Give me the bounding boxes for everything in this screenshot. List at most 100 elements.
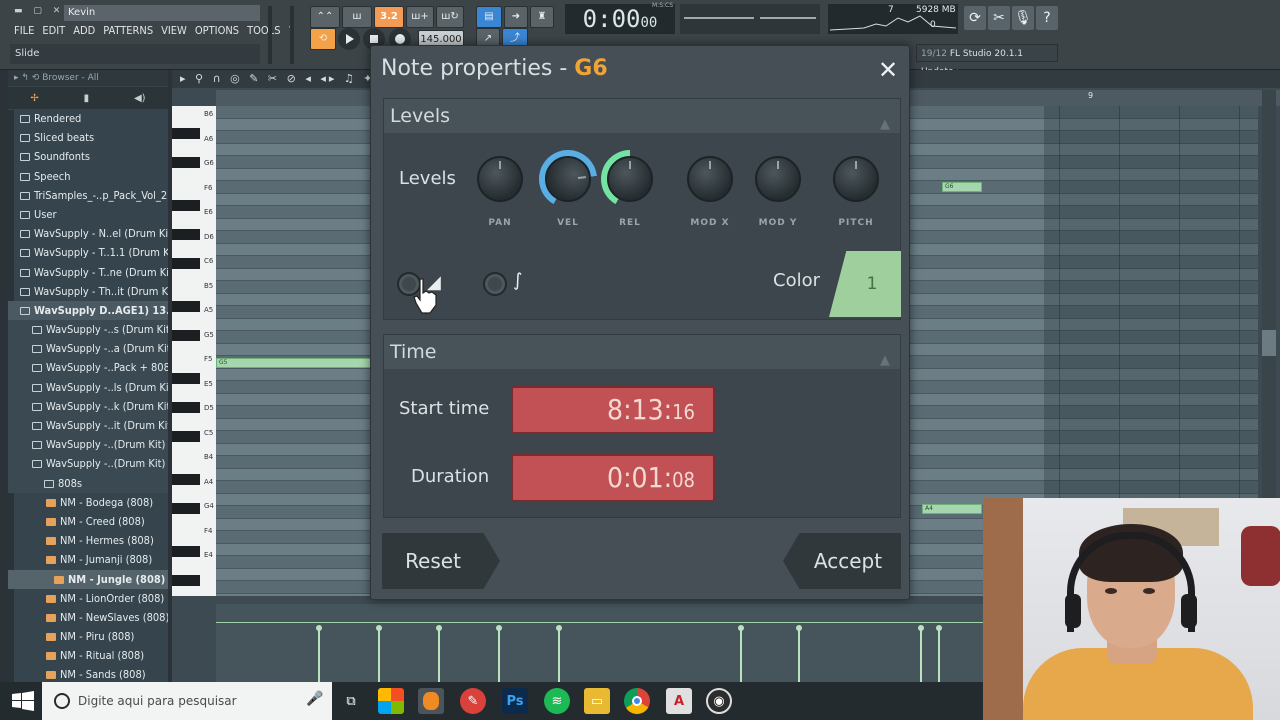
- metronome-button[interactable]: ⌃⌃: [310, 6, 340, 28]
- browser-file-item[interactable]: NM - LionOrder (808): [8, 589, 168, 608]
- obs-icon[interactable]: ◉: [706, 688, 732, 714]
- browser-files-tab-icon[interactable]: ▮: [84, 93, 90, 104]
- browser-file-item[interactable]: NM - Piru (808): [8, 627, 168, 646]
- levels-section-header[interactable]: Levels ▲: [384, 99, 900, 133]
- browser-folder-item[interactable]: WavSupply -..it (Drum Kit): [8, 416, 168, 436]
- collapse-chevron-icon[interactable]: ▲: [880, 344, 890, 378]
- black-key[interactable]: [172, 200, 200, 212]
- close-icon[interactable]: ✕: [875, 58, 901, 84]
- browser-speaker-tab-icon[interactable]: ◀): [134, 93, 146, 104]
- browser-folder-item[interactable]: WavSupply -..Pack + 808s): [8, 358, 168, 378]
- browser-folder-item[interactable]: Rendered: [8, 109, 168, 128]
- browser-file-item[interactable]: NM - Bodega (808): [8, 493, 168, 512]
- duration-field[interactable]: 0:01:08: [511, 454, 715, 502]
- browser-folder-item[interactable]: WavSupply -..ls (Drum Kit): [8, 377, 168, 397]
- menu-item[interactable]: ADD: [73, 24, 95, 40]
- velocity-bar[interactable]: [738, 625, 744, 690]
- fl-studio-taskbar-icon[interactable]: [418, 688, 444, 714]
- spotify-icon[interactable]: ≋: [544, 688, 570, 714]
- store-icon[interactable]: [378, 688, 404, 714]
- velocity-bar[interactable]: [918, 625, 924, 690]
- acrobat-icon[interactable]: A: [666, 688, 692, 714]
- browser-folder-item[interactable]: WavSupply - T..1.1 (Drum Kit): [8, 243, 168, 262]
- black-key[interactable]: [172, 430, 200, 442]
- knob-body[interactable]: [833, 156, 879, 202]
- browser-folder-item[interactable]: 808s: [8, 473, 168, 493]
- task-view-icon[interactable]: ⧉: [338, 688, 364, 714]
- piano-roll-scroll-thumb[interactable]: [1262, 330, 1276, 356]
- velocity-bar[interactable]: [376, 625, 382, 690]
- cortana-icon[interactable]: [54, 693, 70, 709]
- knob-body[interactable]: [755, 156, 801, 202]
- pattern-song-toggle[interactable]: ⟲: [310, 28, 336, 50]
- master-volume-slider[interactable]: [268, 6, 272, 64]
- collapse-chevron-icon[interactable]: ▲: [880, 108, 890, 142]
- mic-icon[interactable]: 🎤: [306, 691, 323, 707]
- reset-button[interactable]: Reset: [382, 533, 500, 589]
- knob-body[interactable]: [542, 153, 594, 205]
- black-key[interactable]: [172, 330, 200, 341]
- knob-body[interactable]: [477, 156, 523, 202]
- knob-pan[interactable]: [471, 150, 529, 208]
- black-key[interactable]: [172, 157, 200, 169]
- browser-folder-item[interactable]: Soundfonts: [8, 147, 168, 166]
- browser-file-item[interactable]: NM - Hermes (808): [8, 531, 168, 550]
- windows-start-icon[interactable]: [12, 691, 34, 711]
- browser-file-item[interactable]: NM - NewSlaves (808): [8, 608, 168, 627]
- black-key[interactable]: [172, 546, 200, 557]
- velocity-bar[interactable]: [316, 625, 322, 690]
- black-key[interactable]: [172, 229, 200, 241]
- help-icon[interactable]: ?: [1036, 6, 1058, 30]
- menu-item[interactable]: OPTIONS: [195, 24, 239, 40]
- photoshop-icon[interactable]: Ps: [502, 688, 528, 714]
- menu-item[interactable]: EDIT: [42, 24, 65, 40]
- user-name-field[interactable]: Kevin: [64, 5, 260, 21]
- browser-folder-item[interactable]: WavSupply - Th..it (Drum Kit): [8, 282, 168, 301]
- browser-file-item[interactable]: NM - Ritual (808): [8, 646, 168, 665]
- typing-keyboard-button[interactable]: ▤: [476, 6, 502, 28]
- step-edit-button[interactable]: ➜: [504, 6, 528, 28]
- browser-folder-item[interactable]: WavSupply -..a (Drum Kit): [8, 339, 168, 359]
- black-key[interactable]: [172, 128, 200, 140]
- porta-radio[interactable]: [483, 272, 507, 296]
- black-key[interactable]: [172, 402, 200, 413]
- browser-folder-item[interactable]: WavSupply - T..ne (Drum Kit): [8, 263, 168, 282]
- menu-item[interactable]: PATTERNS: [103, 24, 153, 40]
- velocity-bar[interactable]: [936, 625, 942, 690]
- chrome-icon[interactable]: [624, 688, 650, 714]
- piano-roll-note[interactable]: G6: [942, 182, 982, 192]
- piano-roll-note[interactable]: A4: [922, 504, 982, 514]
- browser-file-item[interactable]: NM - Creed (808): [8, 512, 168, 531]
- menu-item[interactable]: FILE: [14, 24, 34, 40]
- undo-history-icon[interactable]: ⟳: [964, 6, 986, 30]
- file-explorer-icon[interactable]: ▭: [584, 688, 610, 714]
- velocity-bar[interactable]: [436, 625, 442, 690]
- piano-roll-note[interactable]: G5: [216, 358, 372, 368]
- taskbar-search-input[interactable]: Digite aqui para pesquisar: [42, 682, 332, 720]
- microphone-icon[interactable]: 🎙: [1012, 6, 1034, 30]
- browser-file-item[interactable]: NM - Jungle (808): [8, 569, 168, 589]
- start-time-field[interactable]: 8:13:16: [511, 386, 715, 434]
- browser-folder-item[interactable]: WavSupply -..k (Drum Kit): [8, 396, 168, 416]
- piano-keyboard[interactable]: B6 A6 G6 F6 E6 D6 C6 B5 A5 G5 F5 E5 D5 C5 B4 A4 G4 F4 E4: [172, 106, 216, 596]
- black-key[interactable]: [172, 502, 200, 514]
- play-button[interactable]: [338, 28, 360, 50]
- window-controls[interactable]: ▬ ▢ ✕: [14, 6, 64, 16]
- knob-body[interactable]: [687, 156, 733, 202]
- mixer-icon[interactable]: ✂: [988, 6, 1010, 30]
- browser-folder-item[interactable]: Sliced beats: [8, 128, 168, 147]
- accept-button[interactable]: Accept: [783, 533, 901, 589]
- browser-folder-item[interactable]: WavSupply -..(Drum Kit): [8, 435, 168, 455]
- master-pitch-slider[interactable]: [290, 6, 294, 64]
- browser-folder-item[interactable]: TriSamples_-..p_Pack_Vol_2: [8, 186, 168, 205]
- black-key[interactable]: [172, 474, 200, 485]
- countdown-button[interactable]: ш+: [406, 6, 434, 28]
- pattern-number[interactable]: 3.2: [374, 6, 404, 28]
- loop-record-button[interactable]: ш↻: [436, 6, 464, 28]
- knob-mod-y[interactable]: [749, 150, 807, 208]
- recording-filter-button[interactable]: ♜: [530, 6, 554, 28]
- knob-rel[interactable]: [601, 150, 659, 208]
- black-key[interactable]: [172, 301, 200, 313]
- menu-item[interactable]: TOOLS: [247, 24, 280, 40]
- browser-folder-item[interactable]: WavSupply -..s (Drum Kit): [8, 320, 168, 340]
